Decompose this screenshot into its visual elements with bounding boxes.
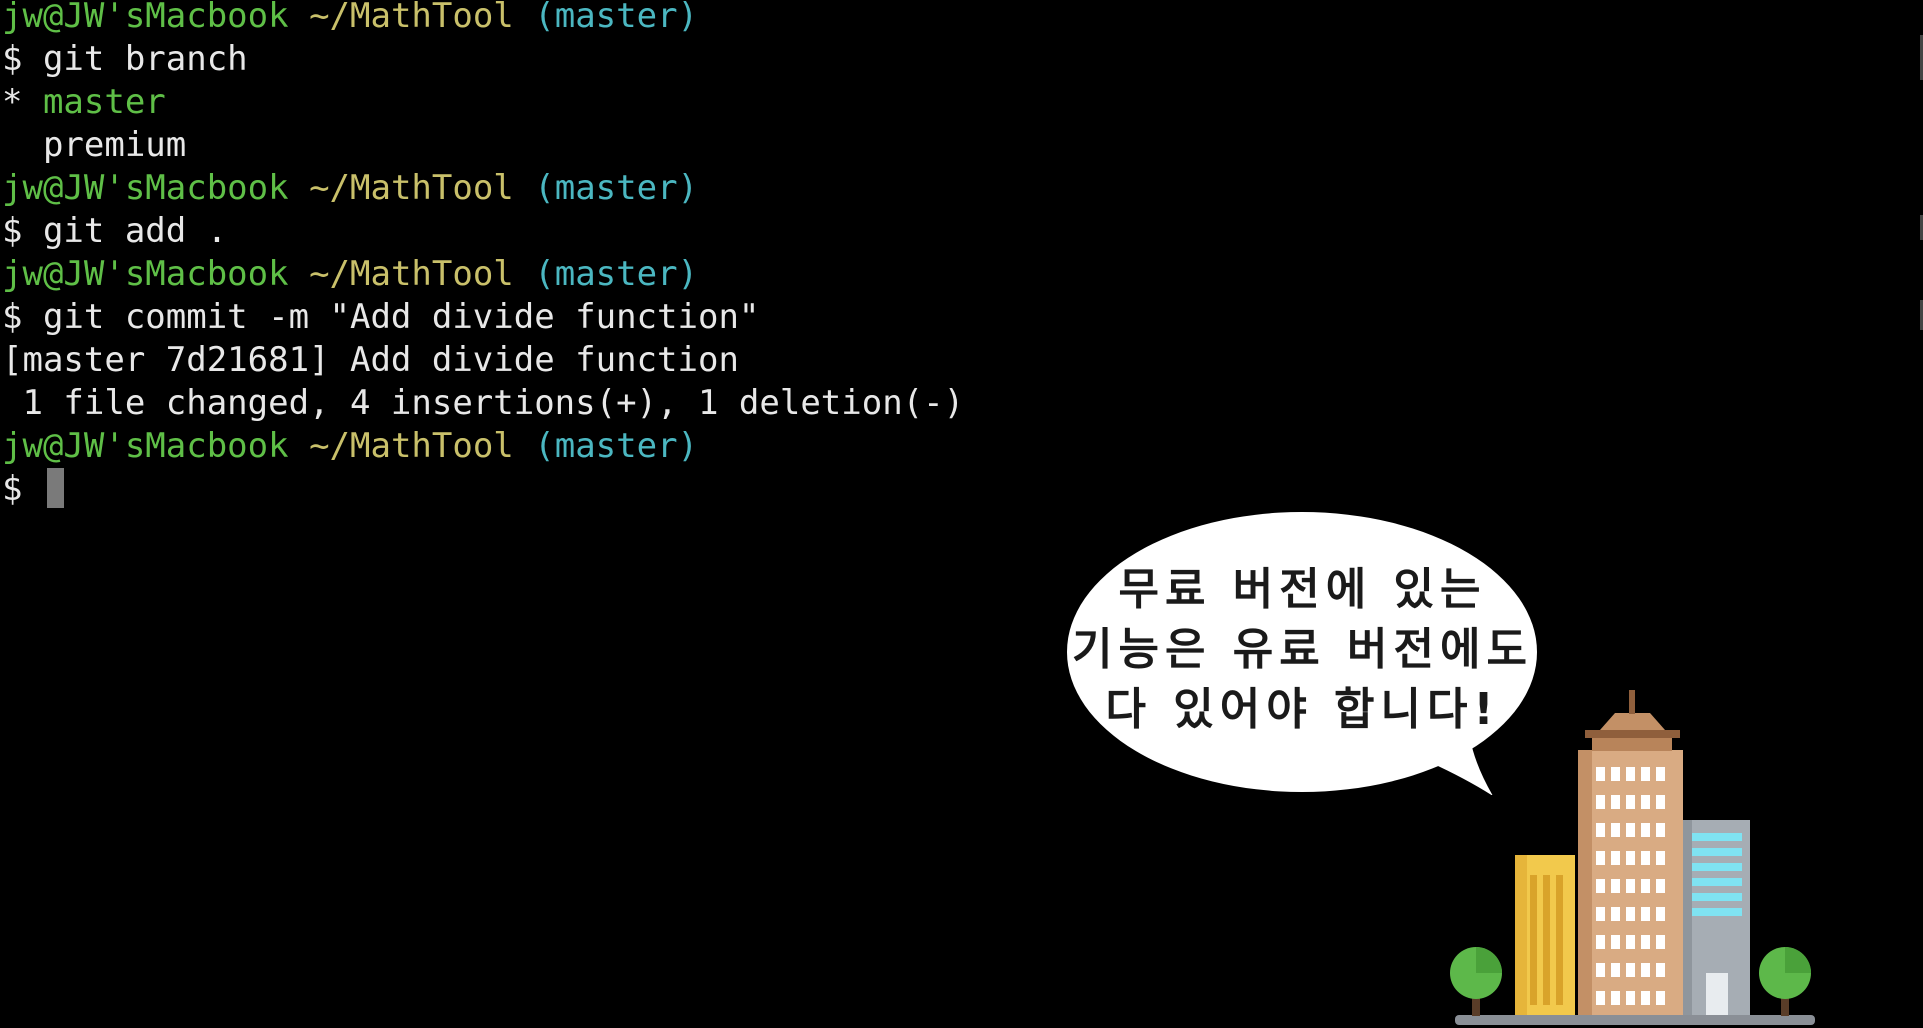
branch-list-item: premium [2, 125, 187, 165]
prompt-line: jw@JW'sMacbook ~/MathTool (master) [2, 425, 698, 468]
speech-line: 기능은 유료 버전에도 [1072, 624, 1533, 675]
prompt-user: jw@JW'sMacbook [2, 254, 289, 294]
input-line[interactable]: $ [2, 468, 64, 511]
prompt-path: ~/MathTool [309, 168, 514, 208]
command-line: $ git branch [2, 39, 248, 79]
input-prompt-symbol: $ [2, 469, 23, 509]
output-line: [master 7d21681] Add divide function [2, 340, 739, 380]
prompt-branch: (master) [534, 0, 699, 36]
prompt-user: jw@JW'sMacbook [2, 426, 289, 466]
prompt-line: jw@JW'sMacbook ~/MathTool (master) [2, 167, 698, 210]
current-branch-name: master [42, 82, 166, 122]
city-buildings-icon [1450, 690, 1815, 1025]
tree-icon [1450, 947, 1502, 1016]
command-line: $ git add . [2, 211, 228, 251]
prompt-line: jw@JW'sMacbook ~/MathTool (master) [2, 0, 698, 38]
prompt-path: ~/MathTool [309, 0, 514, 36]
prompt-line: jw@JW'sMacbook ~/MathTool (master) [2, 253, 698, 296]
output-line: 1 file changed, 4 insertions(+), 1 delet… [2, 383, 965, 423]
prompt-user: jw@JW'sMacbook [2, 0, 289, 36]
prompt-path: ~/MathTool [309, 426, 514, 466]
command-line: $ git commit -m "Add divide function" [2, 297, 760, 337]
speech-line: 무료 버전에 있는 [1118, 564, 1487, 615]
prompt-user: jw@JW'sMacbook [2, 168, 289, 208]
current-branch-marker: * [2, 82, 43, 122]
tree-icon [1759, 947, 1811, 1016]
prompt-branch: (master) [534, 254, 699, 294]
prompt-branch: (master) [534, 168, 699, 208]
text-cursor[interactable] [46, 468, 64, 508]
branch-list-item-current: * master [2, 81, 166, 124]
prompt-branch: (master) [534, 426, 699, 466]
prompt-path: ~/MathTool [309, 254, 514, 294]
